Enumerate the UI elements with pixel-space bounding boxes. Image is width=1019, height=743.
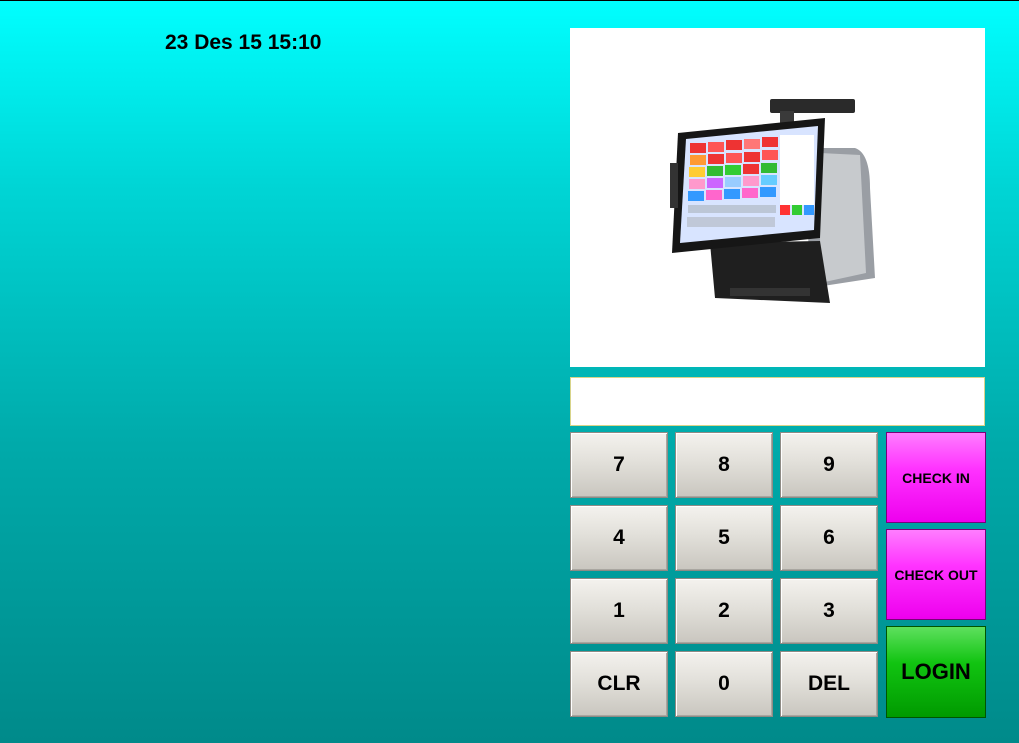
key-4-button[interactable]: 4 [570,505,668,571]
login-button[interactable]: LOGIN [886,626,986,718]
key-1-button[interactable]: 1 [570,578,668,644]
check-out-button[interactable]: CHECK OUT [886,529,986,620]
key-7-button[interactable]: 7 [570,432,668,498]
key-5-button[interactable]: 5 [675,505,773,571]
key-9-button[interactable]: 9 [780,432,878,498]
clear-button[interactable]: CLR [570,651,668,717]
date-time-label: 23 Des 15 15:10 [165,31,322,54]
key-2-button[interactable]: 2 [675,578,773,644]
check-in-button[interactable]: CHECK IN [886,432,986,523]
key-3-button[interactable]: 3 [780,578,878,644]
key-6-button[interactable]: 6 [780,505,878,571]
key-0-button[interactable]: 0 [675,651,773,717]
pin-input-display[interactable] [570,377,985,426]
key-8-button[interactable]: 8 [675,432,773,498]
pos-terminal-image [670,99,875,303]
delete-button[interactable]: DEL [780,651,878,717]
pos-terminal-image-panel [570,28,985,367]
